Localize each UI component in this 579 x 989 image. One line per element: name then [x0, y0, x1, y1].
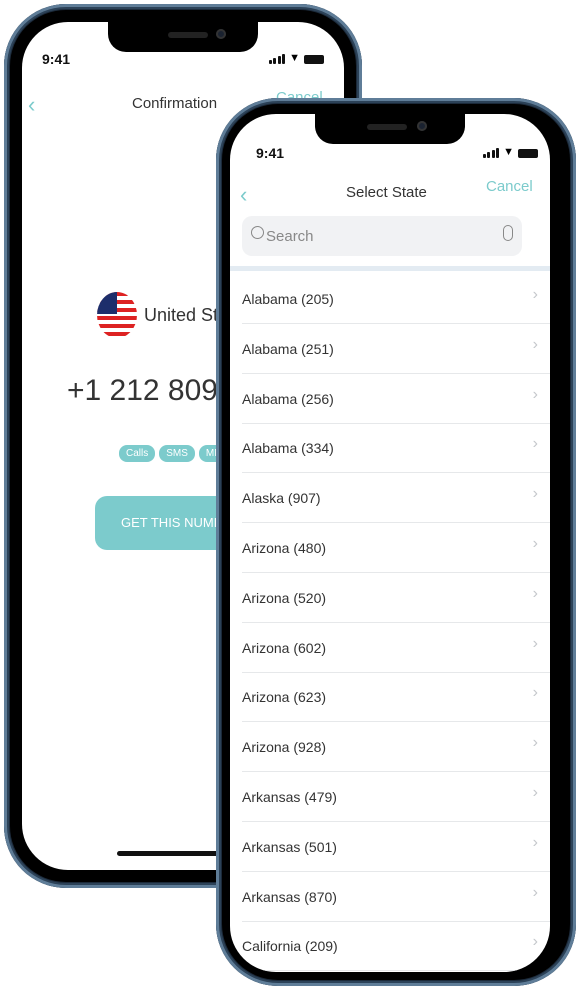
battery-icon — [518, 149, 538, 158]
status-time: 9:41 — [256, 145, 285, 161]
state-row[interactable]: Alabama (334) › — [242, 423, 550, 474]
wifi-icon: ▼ — [289, 52, 300, 64]
state-row[interactable]: Arizona (480) › — [242, 523, 550, 573]
state-label: Arizona (520) — [242, 589, 327, 606]
chevron-right-icon: › — [532, 933, 538, 951]
state-label: Arkansas (479) — [242, 789, 337, 805]
chevron-right-icon: › — [532, 485, 538, 503]
chevron-right-icon: › — [532, 286, 538, 303]
state-row[interactable]: California (209) › — [242, 921, 550, 972]
back-button[interactable]: ‹ — [28, 92, 35, 118]
chip-calls: Calls — [119, 445, 156, 462]
search-placeholder: Search — [266, 228, 314, 245]
chevron-right-icon: › — [532, 584, 538, 602]
battery-icon — [304, 55, 324, 64]
state-label: Arizona (602) — [242, 639, 327, 656]
chevron-right-icon: › — [532, 734, 538, 752]
state-label: Arizona (623) — [242, 689, 327, 706]
chevron-right-icon: › — [532, 435, 538, 453]
microphone-icon[interactable] — [503, 225, 513, 241]
status-time: 9:41 — [42, 51, 71, 67]
state-row[interactable]: Alabama (251) › — [242, 324, 550, 374]
state-row[interactable]: Alaska (907) › — [242, 473, 550, 524]
state-row[interactable]: Arizona (520) › — [242, 573, 550, 623]
state-row[interactable]: Arizona (623) › — [242, 672, 550, 723]
state-label: Arkansas (870) — [242, 888, 337, 905]
chevron-right-icon: › — [532, 684, 538, 702]
chevron-right-icon: › — [532, 784, 538, 801]
status-icons: ▼ — [268, 52, 324, 64]
signal-icon — [268, 54, 286, 64]
state-row[interactable]: Alabama (256) › — [242, 374, 550, 424]
state-row[interactable]: Arizona (602) › — [242, 623, 550, 673]
back-button[interactable]: ‹ — [240, 182, 247, 208]
chevron-right-icon: › — [532, 634, 538, 652]
state-row[interactable]: Arkansas (479) › — [242, 772, 550, 822]
page-title: Confirmation — [132, 95, 218, 112]
cancel-button[interactable]: Cancel — [486, 178, 533, 195]
state-row[interactable]: Alabama (205) › — [242, 274, 550, 324]
phone-select-state: 9:41 ▼ ‹ Select State Cancel Search Alab… — [216, 98, 576, 986]
chevron-right-icon: › — [532, 833, 538, 851]
search-icon — [251, 226, 264, 239]
state-label: Alaska (907) — [242, 490, 321, 507]
select-state-screen: 9:41 ▼ ‹ Select State Cancel Search Alab… — [230, 114, 550, 972]
chip-sms: SMS — [159, 445, 195, 462]
state-label: Alabama (334) — [242, 440, 334, 457]
us-flag-icon — [97, 292, 137, 338]
state-label: Arizona (480) — [242, 540, 327, 556]
state-label: California (209) — [242, 938, 338, 955]
state-label: Arkansas (501) — [242, 838, 337, 855]
state-row[interactable]: Arkansas (501) › — [242, 822, 550, 872]
chevron-right-icon: › — [532, 535, 538, 552]
search-input[interactable]: Search — [242, 216, 522, 256]
page-title: Select State — [346, 184, 427, 201]
state-row[interactable]: Arkansas (870) › — [242, 872, 550, 922]
wifi-icon: ▼ — [503, 146, 514, 158]
chevron-right-icon: › — [532, 385, 538, 403]
list-divider — [230, 266, 550, 271]
signal-icon — [482, 148, 500, 158]
state-list: Alabama (205) › Alabama (251) › Alabama (256… — [230, 274, 550, 972]
state-label: Alabama (256) — [242, 390, 334, 407]
state-label: Alabama (205) — [242, 291, 334, 307]
state-label: Alabama (251) — [242, 340, 334, 357]
status-icons: ▼ — [482, 146, 538, 158]
chevron-right-icon: › — [532, 883, 538, 901]
state-label: Arizona (928) — [242, 739, 327, 756]
state-row[interactable]: Arizona (928) › — [242, 722, 550, 773]
chevron-right-icon: › — [532, 335, 538, 353]
